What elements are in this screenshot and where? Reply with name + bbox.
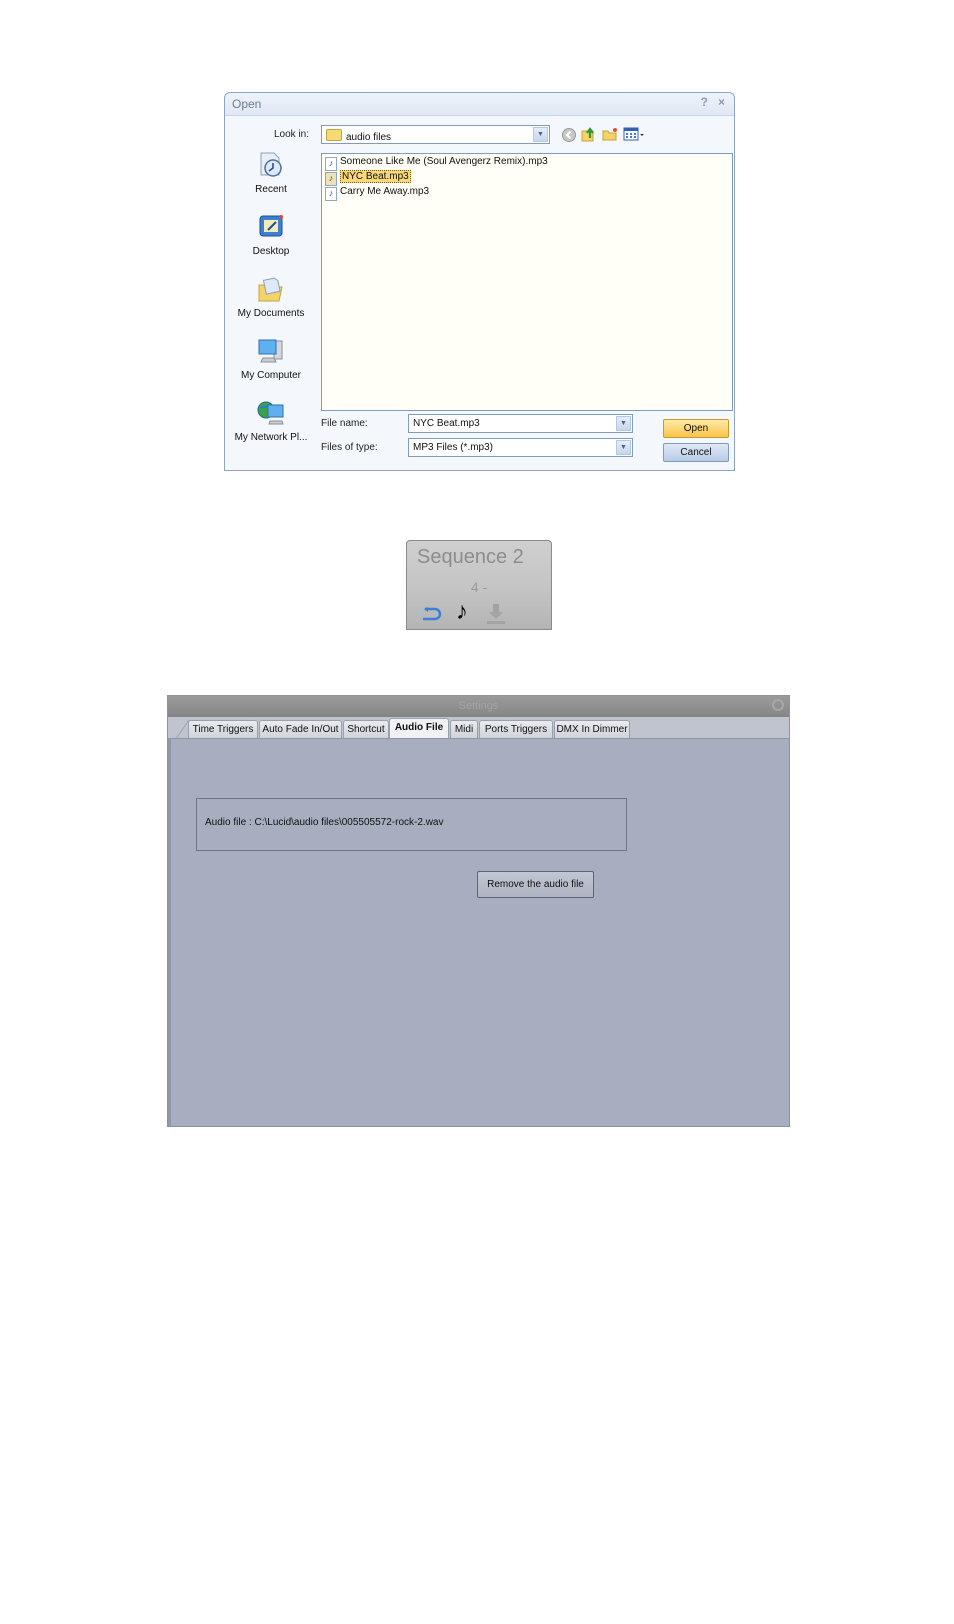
download-icon[interactable] [485, 603, 507, 625]
place-label: My Computer [240, 370, 301, 381]
audio-file-groupbox: Audio file : C:\Lucid\audio files\005505… [196, 798, 627, 851]
tab-time-triggers[interactable]: Time Triggers [188, 720, 258, 738]
place-my-network[interactable]: My Network Pl... [233, 399, 309, 443]
place-label: My Network Pl... [234, 432, 308, 443]
tab-shortcut[interactable]: Shortcut [343, 720, 389, 738]
back-icon[interactable] [561, 127, 577, 143]
look-in-label: Look in: [274, 129, 310, 140]
tab-ports-triggers[interactable]: Ports Triggers [479, 720, 553, 738]
file-name-input[interactable]: NYC Beat.mp3 ▼ [408, 414, 633, 433]
my-documents-icon [258, 277, 283, 302]
cancel-button[interactable]: Cancel [663, 443, 729, 462]
place-label: Desktop [252, 246, 290, 257]
audio-file-icon: ♪ [325, 187, 337, 201]
dialog-title-bar[interactable]: Open ? × [225, 93, 734, 116]
panel-title-bar[interactable]: Settings [168, 696, 789, 718]
file-name-label: File name: [321, 418, 368, 429]
my-computer-icon [258, 339, 283, 363]
chevron-down-icon[interactable]: ▼ [616, 416, 631, 431]
recent-icon [260, 152, 282, 177]
my-network-icon [257, 401, 284, 425]
audio-file-path: Audio file : C:\Lucid\audio files\005505… [205, 817, 444, 828]
dialog-title: Open [232, 97, 262, 111]
place-recent[interactable]: Recent [233, 151, 309, 195]
open-button[interactable]: Open [663, 419, 729, 438]
up-folder-icon[interactable] [581, 126, 597, 142]
look-in-dropdown[interactable]: audio files ▼ [321, 125, 550, 144]
audio-file-icon: ♪ [325, 157, 337, 171]
tab-auto-fade[interactable]: Auto Fade In/Out [259, 720, 342, 738]
file-type-value: MP3 Files (*.mp3) [413, 442, 494, 453]
tab-bar: Time Triggers Auto Fade In/Out Shortcut … [168, 717, 789, 739]
gear-icon[interactable] [772, 699, 784, 711]
panel-title: Settings [458, 700, 499, 712]
chevron-down-icon[interactable]: ▼ [533, 127, 548, 142]
sequence-widget[interactable]: Sequence 2 4 - ♪ [406, 540, 552, 630]
close-icon[interactable]: × [718, 95, 725, 109]
chevron-down-icon[interactable]: ▼ [616, 440, 631, 455]
file-item[interactable]: ♪ Carry Me Away.mp3 [325, 186, 429, 201]
file-list[interactable]: ♪ Someone Like Me (Soul Avengerz Remix).m… [321, 153, 733, 411]
file-name-value: NYC Beat.mp3 [413, 418, 480, 429]
file-item-selected[interactable]: ♪ NYC Beat.mp3 [325, 170, 411, 186]
look-in-value: audio files [346, 132, 392, 143]
audio-file-icon: ♪ [325, 172, 337, 186]
help-icon[interactable]: ? [701, 95, 708, 109]
file-type-dropdown[interactable]: MP3 Files (*.mp3) ▼ [408, 438, 633, 457]
place-my-computer[interactable]: My Computer [233, 337, 309, 381]
place-desktop[interactable]: Desktop [233, 213, 309, 257]
views-menu-icon[interactable] [623, 126, 645, 142]
open-file-dialog: Open ? × Look in: audio files ▼ Recent D… [224, 92, 735, 471]
remove-audio-file-button[interactable]: Remove the audio file [477, 871, 594, 898]
sequence-title: Sequence 2 [417, 546, 524, 568]
tab-audio-file[interactable]: Audio File [389, 718, 449, 738]
sequence-subtitle: 4 - [470, 579, 488, 595]
new-folder-icon[interactable] [602, 126, 618, 142]
loop-icon[interactable] [417, 607, 443, 621]
tab-midi[interactable]: Midi [450, 720, 478, 738]
settings-panel: Settings Time Triggers Auto Fade In/Out … [167, 695, 790, 1127]
file-item[interactable]: ♪ Someone Like Me (Soul Avengerz Remix).m… [325, 156, 548, 171]
folder-icon [326, 129, 342, 141]
music-note-icon[interactable]: ♪ [456, 599, 468, 625]
panel-border [168, 738, 171, 1126]
place-my-documents[interactable]: My Documents [233, 275, 309, 319]
file-type-label: Files of type: [321, 442, 378, 453]
tab-dmx-in-dimmer[interactable]: DMX In Dimmer [554, 720, 630, 738]
place-label: Recent [255, 184, 287, 195]
desktop-icon [259, 215, 283, 237]
place-label: My Documents [237, 308, 305, 319]
